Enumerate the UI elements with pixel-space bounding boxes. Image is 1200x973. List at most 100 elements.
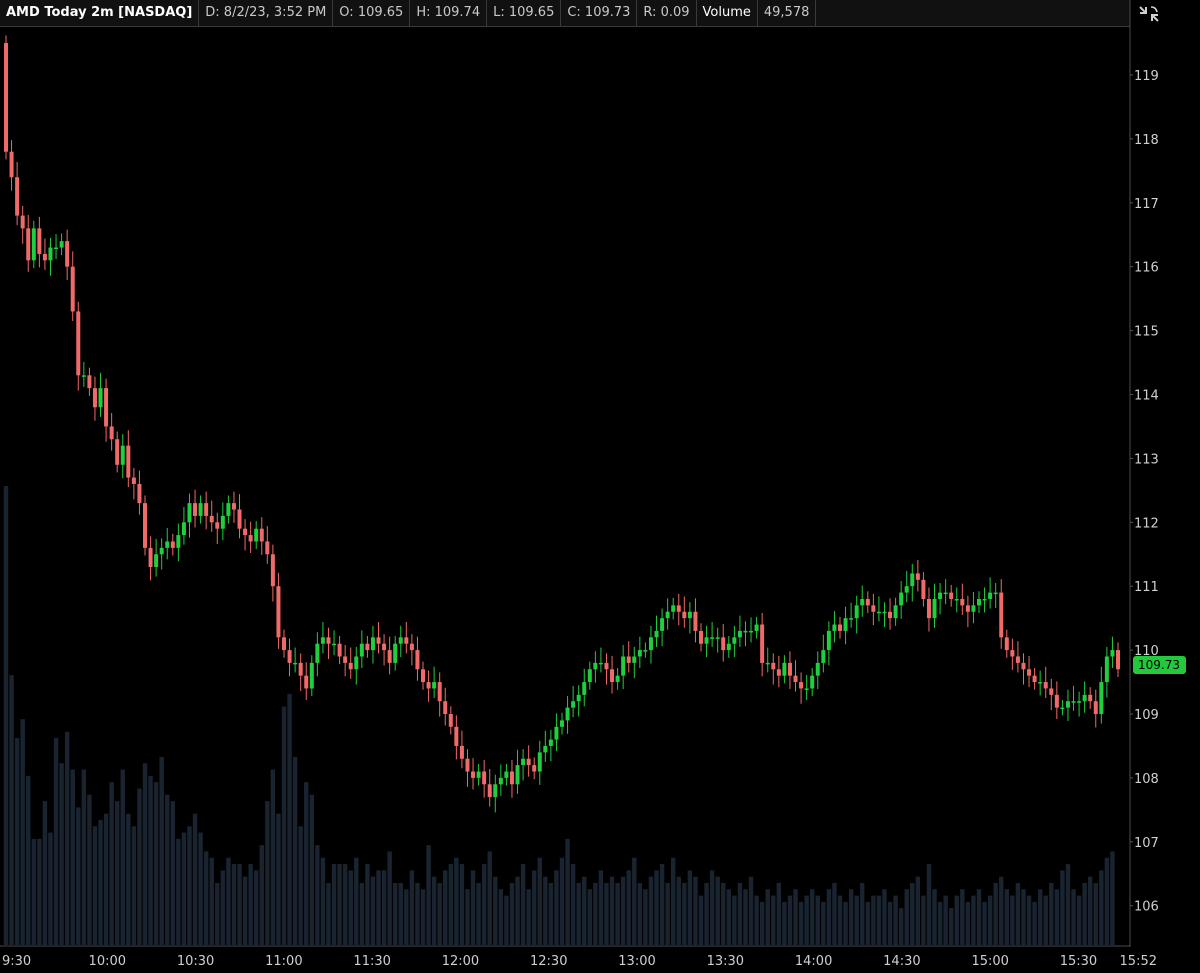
- candle-body: [543, 745, 548, 753]
- y-tick-label: 115: [1134, 325, 1159, 340]
- volume-bar: [415, 882, 420, 946]
- volume-bar: [821, 901, 826, 946]
- volume-bar: [1015, 882, 1021, 946]
- volume-bar: [348, 870, 353, 946]
- candle-body: [965, 605, 970, 612]
- candle-body: [298, 662, 303, 676]
- candle-body: [204, 503, 209, 516]
- volume-bar: [987, 895, 993, 946]
- volume-bar: [737, 882, 743, 946]
- volume-bar: [53, 738, 59, 946]
- candle-body: [737, 630, 742, 638]
- candle-body: [904, 586, 909, 593]
- volume-bar: [876, 895, 882, 946]
- volume-bar: [1104, 857, 1110, 946]
- candle-body: [943, 592, 948, 595]
- candle-body: [459, 745, 464, 759]
- y-tick-label: 117: [1134, 197, 1159, 212]
- candle-body: [109, 426, 114, 440]
- volume-bar: [14, 738, 20, 946]
- candle-body: [849, 618, 854, 620]
- candle-body: [526, 758, 531, 766]
- volume-bar: [409, 870, 415, 946]
- candle-body: [231, 503, 236, 510]
- candle-body: [971, 605, 976, 612]
- candle-body: [1043, 682, 1048, 689]
- candle-body: [821, 650, 826, 663]
- volume-bar: [949, 908, 954, 946]
- volume-bar: [509, 882, 515, 946]
- volume-bar: [298, 826, 303, 946]
- candle-body: [215, 522, 220, 529]
- volume-bar: [548, 882, 554, 946]
- volume-bar: [354, 857, 359, 946]
- volume-bar: [420, 889, 426, 946]
- candle-body: [287, 650, 292, 663]
- candle-body: [176, 535, 181, 548]
- volume-bar: [537, 857, 542, 946]
- volume-bar: [698, 895, 704, 946]
- candle-body: [921, 579, 926, 599]
- price-chart[interactable]: 1191181171161151141131121111101091081071…: [0, 0, 1200, 973]
- candle-body: [354, 656, 359, 670]
- candle-body: [932, 598, 937, 619]
- candle-body: [471, 771, 476, 778]
- candle-body: [637, 650, 642, 657]
- candle-body: [1082, 694, 1087, 702]
- volume-bar: [798, 901, 804, 946]
- volume-bar: [387, 851, 392, 946]
- candle-body: [548, 739, 553, 746]
- candle-body: [598, 662, 603, 665]
- candle-body: [170, 541, 175, 548]
- candle-body: [159, 547, 164, 555]
- volume-bar: [926, 864, 932, 946]
- y-tick-label: 116: [1134, 261, 1159, 276]
- candle-body: [409, 643, 414, 651]
- volume-bar: [1054, 889, 1060, 946]
- volume-bar: [943, 895, 948, 946]
- candle-body: [893, 605, 898, 619]
- volume-bar: [971, 895, 976, 946]
- last-price-badge: 109.73: [1133, 656, 1186, 674]
- volume-bar: [793, 889, 798, 946]
- volume-bar: [326, 882, 331, 946]
- candle-body: [309, 662, 314, 689]
- volume-bar: [187, 826, 192, 946]
- candle-body: [320, 637, 325, 644]
- candle-body: [838, 624, 842, 631]
- volume-bar: [882, 889, 887, 946]
- candle-body: [198, 503, 203, 516]
- candle-body: [621, 656, 626, 676]
- candle-body: [615, 675, 620, 683]
- volume-bar: [982, 901, 987, 946]
- candle-body: [1110, 650, 1115, 657]
- candle-body: [888, 611, 893, 619]
- volume-bar: [532, 870, 537, 946]
- candle-body: [554, 726, 559, 740]
- volume-bar: [754, 895, 759, 946]
- candle-body: [743, 630, 748, 633]
- volume-bar: [587, 889, 592, 946]
- volume-bar: [376, 870, 381, 946]
- volume-bar: [76, 807, 81, 946]
- candle-body: [876, 611, 881, 614]
- candle-body: [404, 637, 409, 644]
- volume-bar: [476, 882, 481, 946]
- volume-bar: [31, 838, 36, 946]
- volume-bar: [92, 826, 98, 946]
- volume-bar: [359, 882, 365, 946]
- x-tick-label: 15:30: [1060, 954, 1097, 969]
- volume-bar: [320, 857, 326, 946]
- candle-body: [926, 598, 931, 619]
- candle-body: [209, 515, 214, 523]
- candle-body: [98, 388, 103, 408]
- y-tick-label: 114: [1134, 389, 1159, 404]
- volume-bar: [643, 889, 648, 946]
- volume-bar: [976, 889, 982, 946]
- candle-body: [70, 266, 75, 312]
- volume-bar: [398, 882, 403, 946]
- candle-body: [787, 662, 792, 676]
- candle-body: [448, 714, 453, 727]
- candle-body: [1088, 694, 1093, 702]
- y-tick-label: 112: [1134, 516, 1159, 531]
